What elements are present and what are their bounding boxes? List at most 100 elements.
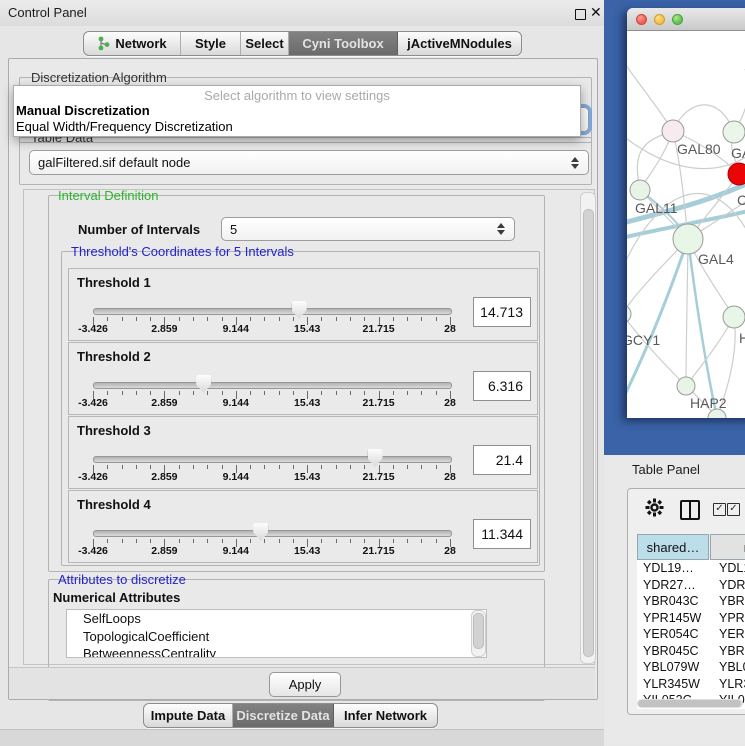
network-node-gal80[interactable]: [662, 120, 684, 142]
network-node-ga[interactable]: [723, 121, 745, 143]
attribute-list-item[interactable]: BetweennessCentrality: [67, 645, 486, 658]
network-node-gcy1[interactable]: [627, 305, 631, 323]
network-node-h[interactable]: [723, 306, 745, 328]
threshold-slider-track[interactable]: [93, 530, 452, 537]
tab-select[interactable]: Select: [241, 32, 289, 55]
tab-network[interactable]: Network: [84, 32, 181, 55]
table-row[interactable]: YER054CYER0: [637, 626, 745, 643]
tick-mark: [193, 317, 194, 321]
tick-label: 21.715: [363, 397, 395, 409]
settings-scrollbar[interactable]: [580, 192, 596, 664]
number-of-intervals-select[interactable]: 5: [221, 217, 515, 241]
tick-label: 28: [444, 471, 456, 483]
float-icon[interactable]: [575, 9, 586, 20]
column-view-icon[interactable]: [680, 500, 700, 520]
network-node-gal4[interactable]: [673, 224, 703, 254]
attribute-list-item[interactable]: SelfLoops: [67, 610, 486, 628]
threshold-slider-handle[interactable]: [368, 449, 383, 467]
numerical-attributes-list[interactable]: SelfLoopsTopologicalCoefficientBetweenne…: [66, 609, 487, 658]
network-window-titlebar[interactable]: [627, 8, 745, 31]
table-row[interactable]: YDL19…YDL1: [637, 560, 745, 577]
tab-style[interactable]: Style: [181, 32, 241, 55]
threshold-slider-handle[interactable]: [196, 375, 211, 393]
network-view-window: GAL80GACGAL11GAL4GCY1HHAP2: [627, 8, 745, 418]
tab-label: Style: [195, 36, 226, 51]
tick-mark: [279, 391, 280, 395]
table-row[interactable]: YBR043CYBR0: [637, 593, 745, 610]
tick-mark: [407, 539, 408, 543]
algorithm-hint: Select algorithm to view settings: [14, 86, 580, 103]
tick-mark: [436, 539, 437, 543]
close-icon[interactable]: ✕: [590, 4, 602, 21]
threshold-slider-track[interactable]: [93, 308, 452, 315]
tab-label: jActiveMNodules: [407, 36, 512, 51]
table-data-group: Table Data galFiltered.sif default node: [19, 137, 592, 185]
threshold-value-field[interactable]: 21.4: [473, 445, 531, 475]
tick-mark: [436, 465, 437, 469]
tick-mark: [436, 391, 437, 395]
threshold-value-field[interactable]: 11.344: [473, 519, 531, 549]
tick-mark: [122, 317, 123, 321]
bottom-tab-infer-network[interactable]: Infer Network: [334, 704, 437, 727]
settings-gear-icon[interactable]: [645, 498, 664, 517]
network-node-c[interactable]: [728, 163, 745, 185]
column-header-name[interactable]: name: [710, 534, 745, 560]
threshold-value-field[interactable]: 14.713: [473, 297, 531, 327]
tick-label: 21.715: [363, 471, 395, 483]
table-row[interactable]: YLR345WYLR3: [637, 676, 745, 693]
threshold-slider-track[interactable]: [93, 456, 452, 463]
tick-mark: [393, 539, 394, 543]
tick-mark: [393, 465, 394, 469]
checkbox-icon[interactable]: [713, 503, 726, 516]
mac-close-button[interactable]: [636, 14, 647, 25]
tick-mark: [193, 465, 194, 469]
tick-mark: [250, 539, 251, 543]
table-row[interactable]: YDR27…YDR2: [637, 577, 745, 594]
table-hscrollbar[interactable]: [637, 699, 743, 708]
cyni-toolbox-panel: Discretization Algorithm Table Data galF…: [8, 58, 598, 700]
table-cell: YPR1: [713, 610, 745, 627]
column-header-shared[interactable]: shared…: [637, 534, 709, 560]
tick-label: 9.144: [223, 545, 249, 557]
table-cell: YLR345W: [637, 676, 715, 693]
tab-jactivemnodules[interactable]: jActiveMNodules: [398, 32, 521, 55]
algorithm-option[interactable]: Equal Width/Frequency Discretization: [14, 119, 580, 135]
tick-label: 2.859: [151, 397, 177, 409]
mac-minimize-button[interactable]: [654, 14, 665, 25]
tick-label: 28: [444, 397, 456, 409]
tick-mark: [336, 465, 337, 469]
apply-button[interactable]: Apply: [269, 672, 341, 697]
tick-mark: [393, 391, 394, 395]
node-label: H: [739, 330, 745, 346]
threshold-slider-handle[interactable]: [253, 523, 268, 541]
tick-mark: [207, 391, 208, 395]
tick-mark: [222, 391, 223, 395]
table-row[interactable]: YPR145WYPR1: [637, 610, 745, 627]
threshold-value-field[interactable]: 6.316: [473, 371, 531, 401]
attributes-scrollbar[interactable]: [471, 610, 486, 657]
tick-mark: [107, 539, 108, 543]
checkbox-icon[interactable]: [727, 503, 740, 516]
tick-mark: [350, 391, 351, 395]
network-canvas[interactable]: GAL80GACGAL11GAL4GCY1HHAP2: [627, 31, 745, 418]
tick-mark: [207, 539, 208, 543]
network-graph: GAL80GACGAL11GAL4GCY1HHAP2: [627, 31, 745, 418]
network-node-gal11[interactable]: [630, 180, 650, 200]
network-node-hap2[interactable]: [677, 377, 695, 395]
tab-cyni-toolbox[interactable]: Cyni Toolbox: [289, 32, 398, 55]
tick-mark: [193, 539, 194, 543]
panel-title: Control Panel: [8, 5, 87, 20]
table-data-select[interactable]: galFiltered.sif default node: [29, 150, 589, 175]
bottom-tab-impute-data[interactable]: Impute Data: [144, 704, 233, 727]
threshold-coordinates-group: Threshold's Coordinates for 5 Intervals …: [61, 251, 540, 566]
algorithm-option[interactable]: Manual Discretization: [14, 103, 580, 119]
table-row[interactable]: YBR045CYBR0: [637, 643, 745, 660]
tick-mark: [136, 391, 137, 395]
threshold-slider-track[interactable]: [93, 382, 452, 389]
tick-mark: [150, 317, 151, 321]
tick-label: 28: [444, 545, 456, 557]
table-row[interactable]: YBL079WYBL0: [637, 659, 745, 676]
mac-zoom-button[interactable]: [672, 14, 683, 25]
bottom-tab-discretize-data[interactable]: Discretize Data: [233, 704, 334, 727]
attribute-list-item[interactable]: TopologicalCoefficient: [67, 628, 486, 646]
